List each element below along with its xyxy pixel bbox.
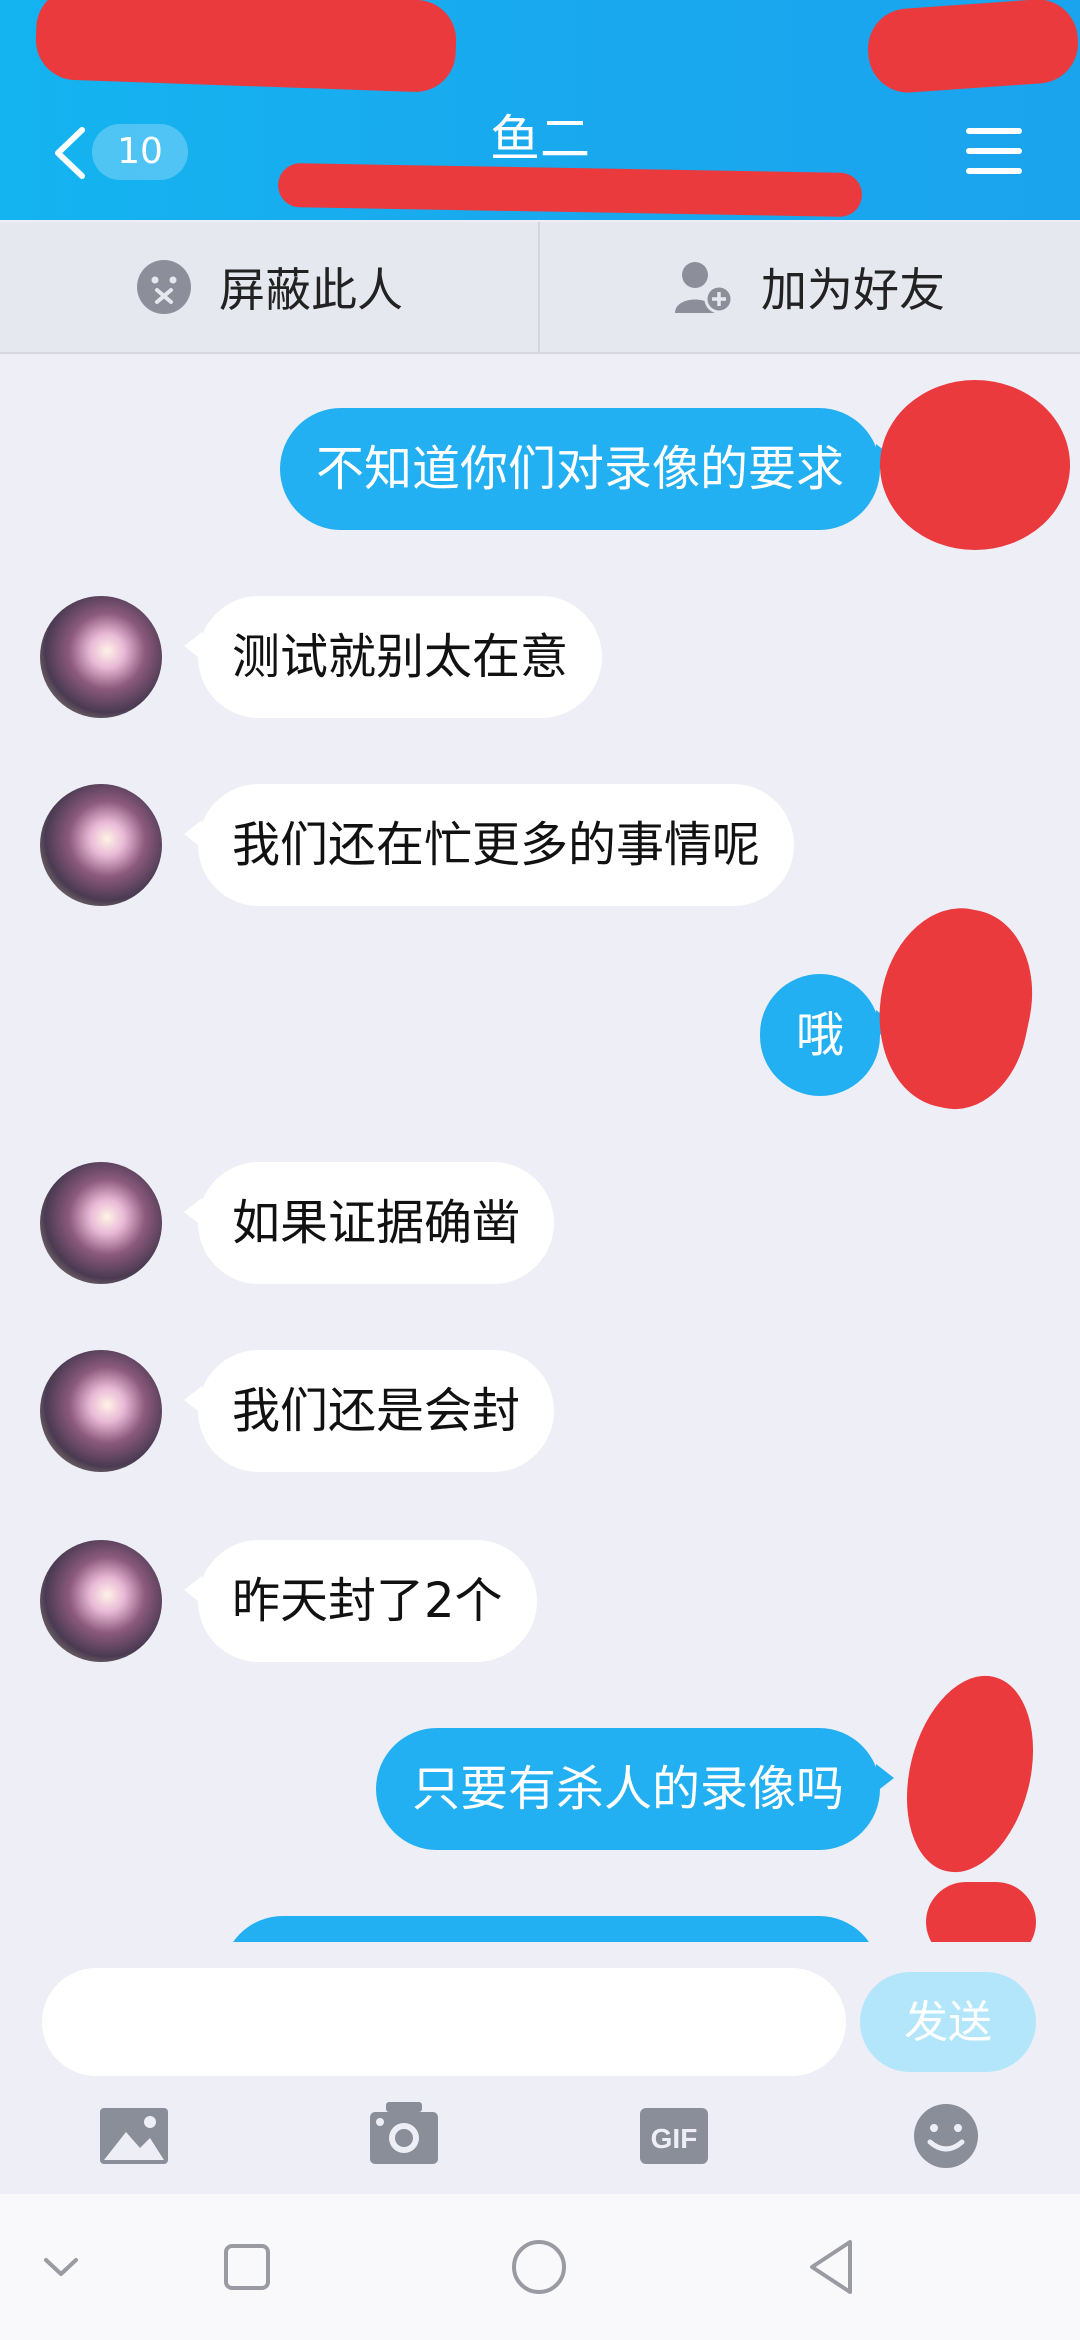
message-row: 测试就别太在意 bbox=[0, 596, 1080, 718]
block-user-icon bbox=[137, 260, 191, 314]
redaction-mark bbox=[887, 1662, 1053, 1886]
recents-icon[interactable] bbox=[212, 2234, 282, 2300]
unread-count-badge: 10 bbox=[92, 124, 188, 180]
message-row: 我们还在忙更多的事情呢 bbox=[0, 784, 1080, 906]
composer: 发送 GIF bbox=[0, 1942, 1080, 2194]
avatar[interactable] bbox=[40, 1350, 162, 1472]
back-icon[interactable] bbox=[798, 2234, 868, 2300]
camera-icon[interactable] bbox=[364, 2100, 444, 2170]
chat-title: 鱼二 bbox=[490, 110, 590, 168]
avatar[interactable] bbox=[40, 596, 162, 718]
collapse-icon[interactable] bbox=[26, 2234, 96, 2300]
chat-header: 10 鱼二 bbox=[0, 0, 1080, 220]
message-row: 如果证据确凿 bbox=[0, 1162, 1080, 1284]
redaction-mark bbox=[34, 0, 458, 94]
incoming-bubble[interactable]: 昨天封了2个 bbox=[184, 1540, 537, 1662]
incoming-bubble[interactable]: 如果证据确凿 bbox=[183, 1162, 555, 1284]
gif-icon[interactable]: GIF bbox=[634, 2100, 714, 2170]
menu-icon[interactable] bbox=[966, 126, 1022, 176]
add-friend-icon bbox=[675, 262, 734, 314]
outgoing-bubble[interactable]: 不知道你们对录像的要求 bbox=[279, 408, 895, 530]
outgoing-bubble[interactable]: 只要有杀人的录像吗 bbox=[375, 1728, 895, 1850]
stranger-action-bar: 屏蔽此人 加为好友 bbox=[0, 222, 1080, 354]
redaction-mark bbox=[880, 380, 1070, 550]
redaction-mark bbox=[926, 1882, 1036, 1942]
send-button[interactable]: 发送 bbox=[860, 1972, 1036, 2072]
incoming-bubble[interactable]: 我们还在忙更多的事情呢 bbox=[183, 784, 795, 906]
incoming-bubble[interactable]: 我们还是会封 bbox=[183, 1350, 555, 1472]
message-row: 我们还是会封 bbox=[0, 1350, 1080, 1472]
back-button[interactable]: 10 bbox=[40, 118, 240, 188]
message-list[interactable]: 不知道你们对录像的要求 测试就别太在意 我们还在忙更多的事情呢 哦 如果证据确凿… bbox=[0, 352, 1080, 1942]
redaction-mark bbox=[865, 0, 1080, 96]
message-row: 昨天封了2个 bbox=[0, 1540, 1080, 1662]
image-icon[interactable] bbox=[94, 2100, 174, 2170]
avatar[interactable] bbox=[40, 1540, 162, 1662]
avatar[interactable] bbox=[40, 1162, 162, 1284]
system-navigation-bar bbox=[0, 2194, 1080, 2340]
message-row bbox=[0, 1916, 1080, 1942]
avatar[interactable] bbox=[40, 784, 162, 906]
add-friend-button[interactable]: 加为好友 bbox=[540, 222, 1078, 352]
outgoing-bubble[interactable]: 哦 bbox=[759, 974, 895, 1096]
block-user-label: 屏蔽此人 bbox=[219, 263, 403, 317]
block-user-button[interactable]: 屏蔽此人 bbox=[0, 222, 538, 352]
message-input[interactable] bbox=[42, 1968, 846, 2076]
outgoing-bubble-partial[interactable] bbox=[222, 1916, 880, 1942]
emoji-icon[interactable] bbox=[906, 2100, 986, 2170]
back-chevron-icon bbox=[55, 127, 85, 179]
incoming-bubble[interactable]: 测试就别太在意 bbox=[183, 596, 603, 718]
add-friend-label: 加为好友 bbox=[761, 263, 945, 317]
home-icon[interactable] bbox=[504, 2234, 574, 2300]
redaction-mark bbox=[277, 162, 863, 218]
svg-text:GIF: GIF bbox=[651, 2123, 698, 2154]
